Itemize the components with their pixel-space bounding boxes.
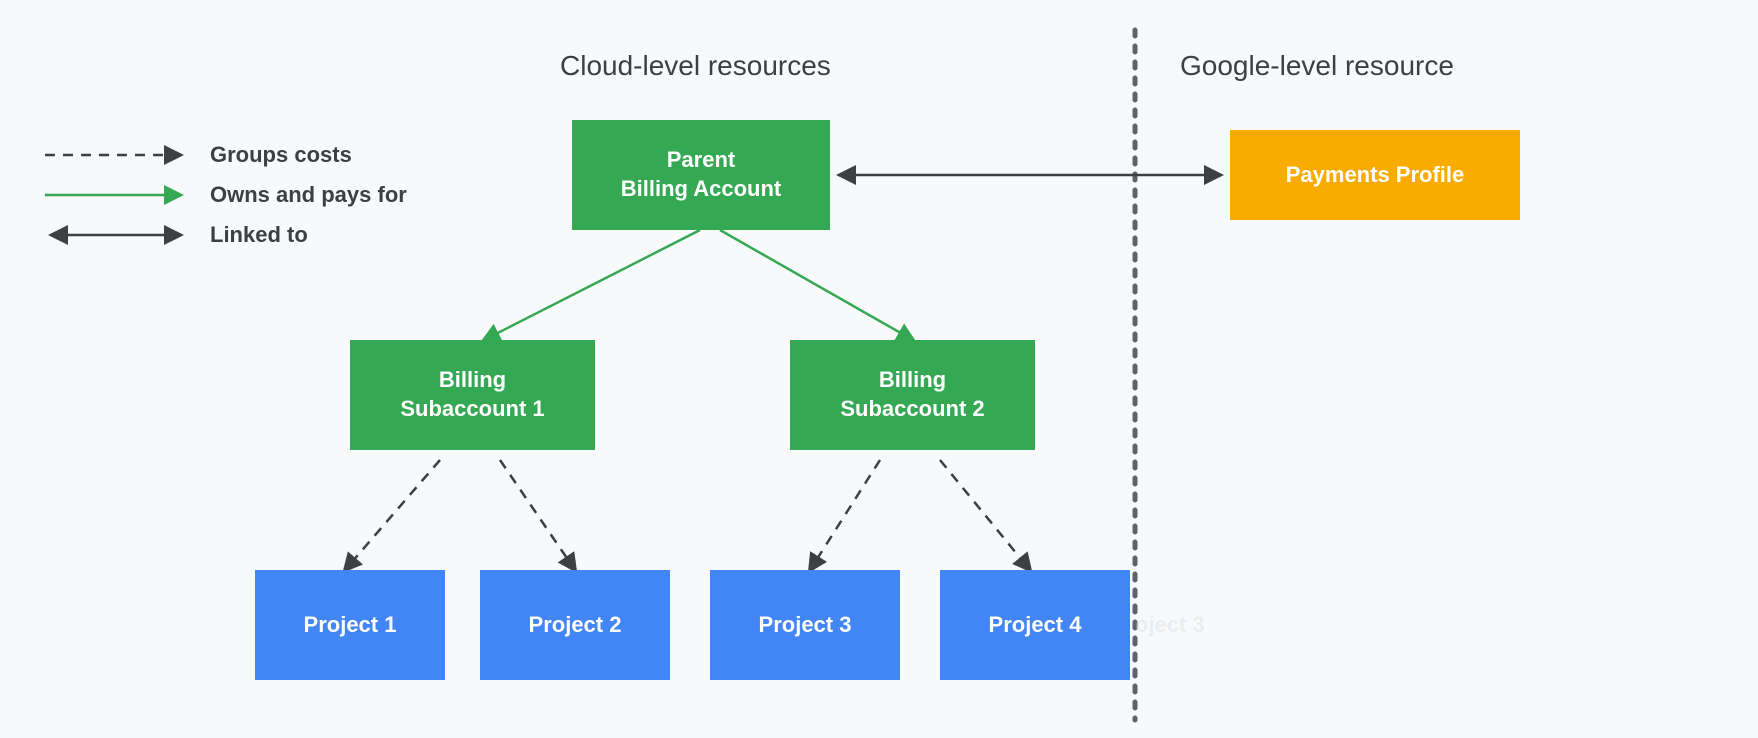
- legend-row-groups-costs: Groups costs: [40, 140, 407, 170]
- box-project-1: Project 1: [255, 570, 445, 680]
- double-arrow-icon: [40, 220, 190, 250]
- box-project-3: Project 3: [710, 570, 900, 680]
- box-billing-subaccount-2: Billing Subaccount 2: [790, 340, 1035, 450]
- legend-row-linked-to: Linked to: [40, 220, 407, 250]
- heading-cloud: Cloud-level resources: [560, 50, 831, 82]
- dashed-arrow-icon: [40, 140, 190, 170]
- box-billing-subaccount-1: Billing Subaccount 1: [350, 340, 595, 450]
- box-project-4: Project 4: [940, 570, 1130, 680]
- box-payments-profile: Payments Profile: [1230, 130, 1520, 220]
- legend-label-groups-costs: Groups costs: [210, 142, 352, 168]
- legend-row-owns-pays: Owns and pays for: [40, 180, 407, 210]
- legend-label-owns-pays: Owns and pays for: [210, 182, 407, 208]
- solid-green-arrow-icon: [40, 180, 190, 210]
- box-parent-billing-account: Parent Billing Account: [572, 120, 830, 230]
- legend: Groups costs Owns and pays for Linked to: [40, 140, 407, 260]
- heading-google: Google-level resource: [1180, 50, 1454, 82]
- legend-label-linked-to: Linked to: [210, 222, 308, 248]
- ghost-text-project: oject 3: [1135, 612, 1205, 638]
- box-project-2: Project 2: [480, 570, 670, 680]
